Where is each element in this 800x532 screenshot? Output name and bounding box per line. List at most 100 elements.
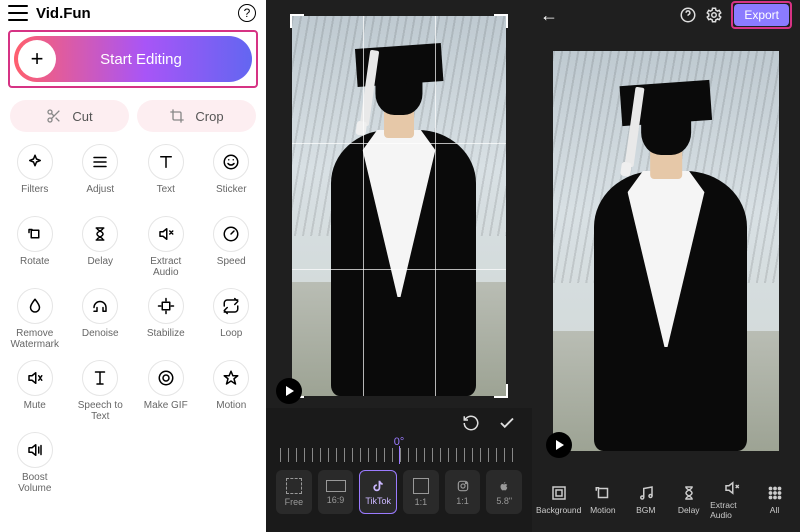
rotation-ruler[interactable] [280,448,518,462]
tool-boost-volume[interactable]: Boost Volume [2,426,68,498]
tool-label: BGM [636,505,655,515]
tool-label: Delay [678,505,700,515]
settings-icon[interactable] [705,6,723,24]
tool-label: Sticker [216,184,247,206]
tool-background[interactable]: Background [536,484,581,515]
export-button[interactable]: Export [734,4,789,26]
tool-make-gif[interactable]: Make GIF [133,354,199,426]
crop-button[interactable]: Crop [137,100,256,132]
aspect-ratio-row: Free 16:9 TikTok 1:1 1:1 5.8" [276,470,522,514]
tool-stabilize[interactable]: Stabilize [133,282,199,354]
background-icon [550,484,568,502]
tool-denoise[interactable]: Denoise [68,282,134,354]
hourglass-icon [680,484,698,502]
tool-mute[interactable]: Mute [2,354,68,426]
tool-delay[interactable]: Delay [667,484,710,515]
tool-label: Motion [590,505,616,515]
confirm-crop-button[interactable] [498,414,516,432]
tool-label: Filters [21,184,48,206]
aspect-label: Free [285,497,304,507]
tool-motion[interactable]: Motion [199,354,265,426]
tool-delay[interactable]: Delay [68,210,134,282]
tool-label: Denoise [82,328,119,350]
tool-label: Delay [87,256,113,278]
tool-grid: Filters Adjust Text Sticker Rotate Delay… [0,134,266,532]
start-editing-highlight: + Start Editing [8,30,258,88]
editor-preview[interactable] [532,30,800,466]
tiktok-icon [371,479,385,493]
instagram-icon [456,479,470,493]
aspect-label: 1:1 [456,496,469,506]
tool-motion[interactable]: Motion [581,484,624,515]
play-button[interactable] [546,432,572,458]
tool-label: Speech to Text [78,400,123,422]
menu-icon[interactable] [8,5,28,21]
audio-out-icon [723,479,741,497]
editor-toolbar: Background Motion BGM Delay Extract Audi… [532,466,800,532]
tool-rotate[interactable]: Rotate [2,210,68,282]
tool-speed[interactable]: Speed [199,210,265,282]
tool-label: Make GIF [144,400,188,422]
scissors-icon [46,108,62,124]
mute-icon [17,360,53,396]
aspect-1-1[interactable]: 1:1 [403,470,439,514]
smile-icon [213,144,249,180]
aspect-free[interactable]: Free [276,470,312,514]
tool-extract-audio[interactable]: Extract Audio [710,479,753,520]
tool-extract-audio[interactable]: Extract Audio [133,210,199,282]
gauge-icon [213,216,249,252]
export-highlight: Export [731,1,792,29]
export-editor-panel: ← Export Background Motion BGM Delay Ext… [532,0,800,532]
back-button[interactable]: ← [540,5,558,26]
tool-speech-to-text[interactable]: Speech to Text [68,354,134,426]
play-icon [286,386,294,396]
tool-label: Text [157,184,175,206]
tool-label: All [770,505,779,515]
aspect-iphone[interactable]: 5.8" [486,470,522,514]
hourglass-icon [82,216,118,252]
tool-all[interactable]: All [753,484,796,515]
tool-text[interactable]: Text [133,138,199,210]
tool-label: Loop [220,328,242,350]
tool-label: Extract Audio [710,500,753,520]
editor-header: ← Export [532,0,800,30]
sliders-icon [82,144,118,180]
help-icon[interactable]: ? [238,4,256,22]
help-icon[interactable] [679,6,697,24]
quick-actions: Cut Crop [10,100,256,132]
headphones-icon [82,288,118,324]
tool-label: Motion [216,400,246,422]
aspect-label: 1:1 [415,497,428,507]
volume-up-icon [17,432,53,468]
tool-adjust[interactable]: Adjust [68,138,134,210]
video-frame-image [292,16,506,396]
aspect-instagram[interactable]: 1:1 [445,470,481,514]
tool-sticker[interactable]: Sticker [199,138,265,210]
app-title: Vid.Fun [36,5,238,22]
tool-bgm[interactable]: BGM [624,484,667,515]
play-button[interactable] [276,378,302,404]
video-frame-image [553,51,779,451]
tool-loop[interactable]: Loop [199,282,265,354]
aspect-16-9[interactable]: 16:9 [318,470,354,514]
rotate-icon [17,216,53,252]
crop-frame[interactable] [292,16,506,396]
cut-button[interactable]: Cut [10,100,129,132]
tool-remove-watermark[interactable]: Remove Watermark [2,282,68,354]
cut-label: Cut [72,109,92,124]
speech-text-icon [82,360,118,396]
sparkle-icon [17,144,53,180]
crop-icon [169,108,185,124]
home-panel: Vid.Fun ? + Start Editing Cut Crop Filte… [0,0,266,532]
apple-icon [497,479,511,493]
aspect-tiktok[interactable]: TikTok [359,470,397,514]
audio-out-icon [148,216,184,252]
motion-icon [594,484,612,502]
aspect-label: 16:9 [327,495,345,505]
tool-label: Speed [217,256,246,278]
crop-preview[interactable] [266,0,532,408]
reset-rotation-button[interactable] [462,414,480,432]
plus-icon: + [18,40,56,78]
tool-filters[interactable]: Filters [2,138,68,210]
start-editing-button[interactable]: + Start Editing [14,36,252,82]
